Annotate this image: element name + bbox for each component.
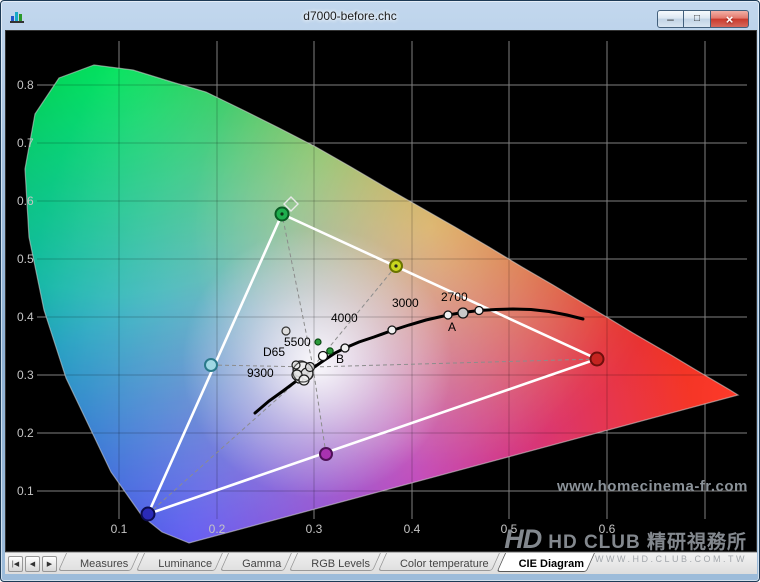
x-axis-label: 0.4	[404, 522, 421, 536]
label-d65: D65	[263, 345, 285, 359]
tab-rgb-levels[interactable]: RGB Levels	[296, 553, 385, 574]
label-3000: 3000	[392, 296, 419, 310]
tab-label: RGB Levels	[311, 558, 370, 570]
spectral-locus	[6, 31, 756, 551]
tab-scroll-prev-button[interactable]: ◀	[25, 556, 40, 572]
x-axis-label: 0.6	[599, 522, 616, 536]
window-title: d7000-before.chc	[61, 1, 639, 30]
label-4000: 4000	[331, 311, 358, 325]
x-axis-label: 0.2	[209, 522, 226, 536]
y-axis-label: 0.3	[17, 368, 34, 382]
y-axis-label: 0.2	[17, 426, 34, 440]
label-9300: 9300	[247, 366, 274, 380]
tab-label: Gamma	[242, 558, 281, 570]
app-icon	[9, 8, 25, 24]
y-axis-label: 0.5	[17, 252, 34, 266]
tab-cie-diagram[interactable]: CIE Diagram	[504, 553, 599, 574]
plot-area: 9300 D65 5500 4000 3000 2700 A B 0.8 0.7…	[5, 30, 757, 552]
label-a: A	[448, 320, 456, 334]
tab-gamma[interactable]: Gamma	[227, 553, 296, 574]
y-axis-label: 0.6	[17, 194, 34, 208]
tab-label: Color temperature	[400, 558, 489, 570]
x-axis-label: 0.3	[306, 522, 323, 536]
maximize-button[interactable]: □	[684, 10, 711, 28]
label-5500: 5500	[284, 335, 311, 349]
cie-diagram-svg: 9300 D65 5500 4000 3000 2700 A B 0.8 0.7…	[6, 31, 756, 551]
measure-green-dot	[315, 339, 321, 345]
x-axis-label: 0.5	[501, 522, 518, 536]
red-primary-marker	[591, 353, 604, 366]
y-axis-label: 0.4	[17, 310, 34, 324]
tab-color-temperature[interactable]: Color temperature	[385, 553, 504, 574]
y-axis-label: 0.7	[17, 136, 34, 150]
titlebar[interactable]: d7000-before.chc – □ ×	[1, 1, 759, 30]
close-button[interactable]: ×	[711, 10, 749, 28]
tab-scroll-first-button[interactable]: |◀	[8, 556, 23, 572]
illuminant-b-dot	[327, 348, 333, 354]
minimize-button[interactable]: –	[657, 10, 684, 28]
app-window: d7000-before.chc – □ ×	[0, 0, 760, 582]
cyan-secondary-marker	[205, 359, 217, 371]
tabbar: |◀ ◀ ▶ Measures Luminance Gamma RGB Leve…	[5, 552, 757, 574]
y-axis-label: 0.1	[17, 484, 34, 498]
magenta-secondary-marker	[320, 448, 332, 460]
watermark-homecinema: www.homecinema-fr.com	[556, 478, 748, 495]
green-primary-dot	[280, 212, 283, 215]
x-axis-label: 0.1	[111, 522, 128, 536]
tab-luminance[interactable]: Luminance	[143, 553, 227, 574]
label-2700: 2700	[441, 290, 468, 304]
blue-primary-marker	[142, 508, 155, 521]
yellow-secondary-dot	[394, 264, 397, 267]
tab-label: Luminance	[158, 558, 212, 570]
tab-measures[interactable]: Measures	[65, 553, 143, 574]
tab-scroll-next-button[interactable]: ▶	[42, 556, 57, 572]
tab-label: Measures	[80, 558, 128, 570]
label-b: B	[336, 352, 344, 366]
tab-label: CIE Diagram	[519, 558, 584, 570]
y-axis-label: 0.8	[17, 78, 34, 92]
